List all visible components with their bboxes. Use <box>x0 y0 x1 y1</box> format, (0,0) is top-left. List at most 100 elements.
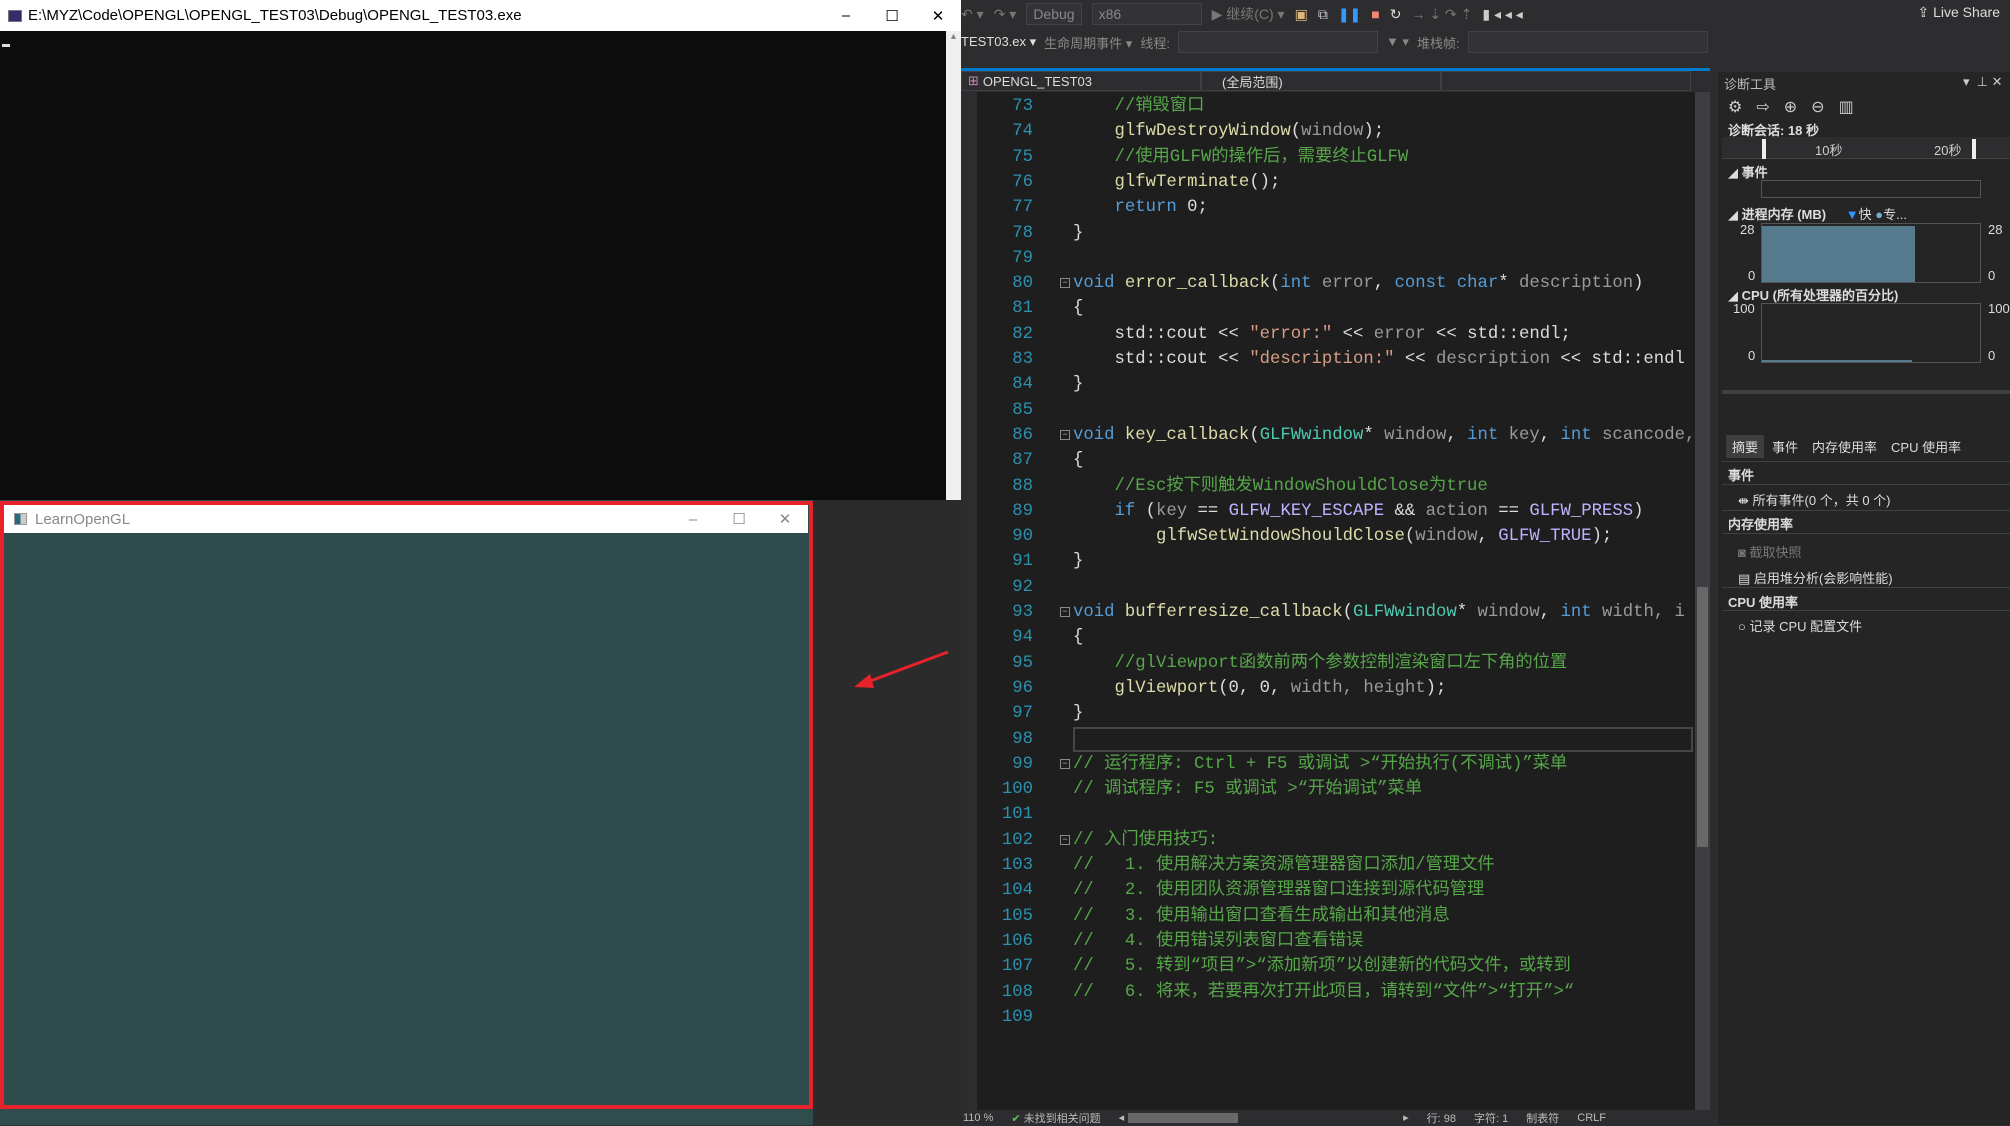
code-text: // 调试程序: F5 或调试 >“开始调试”菜单 <box>1073 777 1422 802</box>
code-line[interactable]: 91} <box>961 549 1695 574</box>
timeline-ruler[interactable]: 10秒 20秒 <box>1722 137 2010 159</box>
redo-icon[interactable]: ↷ ▾ <box>994 6 1017 23</box>
code-text: void bufferresize_callback(GLFWwindow* w… <box>1073 600 1685 625</box>
code-line[interactable]: 93 − void bufferresize_callback(GLFWwindow… <box>961 600 1695 625</box>
continue-button[interactable]: ▶ 继续(C) ▾ <box>1212 4 1285 24</box>
horizontal-scrollbar[interactable]: ◂ ▸ <box>1119 1111 1409 1124</box>
tab-cpu[interactable]: CPU 使用率 <box>1885 435 1967 458</box>
code-line[interactable]: 105 // 3. 使用输出窗口查看生成输出和其他消息 <box>961 904 1695 929</box>
code-line[interactable]: 78} <box>961 221 1695 246</box>
code-token: scancode, <box>1591 425 1695 445</box>
config-dropdown[interactable]: Debug <box>1026 3 1082 25</box>
console-title-bar[interactable]: E:\MYZ\Code\OPENGL\OPENGL_TEST03\Debug\O… <box>0 0 961 31</box>
tab-events[interactable]: 事件 <box>1766 435 1804 458</box>
pause-icon[interactable]: ❚❚ <box>1338 6 1361 23</box>
code-line[interactable]: 74 glfwDestroyWindow(window); <box>961 119 1695 144</box>
code-line[interactable]: 75 //使用GLFW的操作后，需要终止GLFW <box>961 145 1695 170</box>
all-events-link[interactable]: ⇼ 所有事件(0 个，共 0 个) <box>1738 490 1891 509</box>
filter-icon[interactable]: ▼ ▾ <box>1386 34 1409 50</box>
screenshot-icon[interactable]: ⧉ <box>1318 6 1328 23</box>
code-editor[interactable]: 73 //销毁窗口 74 glfwDestroyWindow(window); 75… <box>961 92 1695 1110</box>
collapse-icon[interactable]: − <box>1060 429 1070 440</box>
events-header[interactable]: ◢ 事件 <box>1728 162 1768 181</box>
bookmark-icon[interactable]: ▮ ◂ ◂ ◂ <box>1482 6 1522 23</box>
code-line[interactable]: 96 glViewport(0, 0, width, height); <box>961 676 1695 701</box>
issues-status[interactable]: 未找到相关问题 <box>1024 1113 1101 1125</box>
scroll-thumb[interactable] <box>1697 587 1708 847</box>
line-number: 76 <box>1012 172 1033 192</box>
code-line[interactable]: 77 return 0; <box>961 195 1695 220</box>
step-icons[interactable]: → ⇣ ↷ ⇡ <box>1412 6 1473 23</box>
code-line[interactable]: 82 std::cout << "error:" << error << std… <box>961 322 1695 347</box>
collapse-icon[interactable]: − <box>1060 758 1070 769</box>
code-line[interactable]: 89 if (key == GLFW_KEY_ESCAPE && action … <box>961 499 1695 524</box>
project-dropdown[interactable]: ⊞ OPENGL_TEST03 <box>961 71 1201 91</box>
code-line[interactable]: 87 { <box>961 448 1695 473</box>
code-line[interactable]: 88 //Esc按下则触发WindowShouldClose为true <box>961 474 1695 499</box>
zoom-level[interactable]: 110 % <box>963 1112 993 1124</box>
stack-frame-dropdown[interactable] <box>1467 31 1708 53</box>
platform-dropdown[interactable]: x86 <box>1091 3 1202 25</box>
code-line[interactable]: 92 <box>961 575 1695 600</box>
memory-chart[interactable] <box>1761 223 1981 283</box>
memory-header[interactable]: ◢ 进程内存 (MB) ▼快 ●专... <box>1728 204 1907 223</box>
undo-icon[interactable]: ↶ ▾ <box>961 6 984 23</box>
code-line[interactable]: 76 glfwTerminate(); <box>961 170 1695 195</box>
minimize-button[interactable]: – <box>823 0 869 31</box>
scope-dropdown[interactable]: (全局范围) <box>1201 71 1441 91</box>
code-line[interactable]: 95 //glViewport函数前两个参数控制渲染窗口左下角的位置 <box>961 651 1695 676</box>
code-line[interactable]: 84} <box>961 372 1695 397</box>
line-number: 77 <box>1012 198 1033 218</box>
code-line[interactable]: 99 −// 运行程序: Ctrl + F5 或调试 >“开始执行(不调试)”菜单 <box>961 752 1695 777</box>
folder-icon[interactable]: ▣ <box>1295 6 1308 23</box>
code-line[interactable]: 107 // 5. 转到“项目”>“添加新项”以创建新的代码文件，或转到 <box>961 954 1695 979</box>
thread-dropdown[interactable] <box>1177 31 1378 53</box>
record-cpu-profile-button[interactable]: ○ 记录 CPU 配置文件 <box>1738 616 1862 635</box>
code-line[interactable]: 80 − void error_callback(int error, const … <box>961 271 1695 296</box>
code-line[interactable]: 97} <box>961 701 1695 726</box>
live-share-button[interactable]: ⇪ Live Share <box>1917 4 2000 21</box>
code-line[interactable]: 90 glfwSetWindowShouldClose(window, GLFW… <box>961 524 1695 549</box>
maximize-button[interactable]: ☐ <box>869 0 915 31</box>
code-line[interactable]: 85 <box>961 398 1695 423</box>
code-line[interactable]: 102 −// 入门使用技巧: <box>961 828 1695 853</box>
code-line[interactable]: 108 // 6. 将来，若要再次打开此项目，请转到“文件”>“打开”>“ <box>961 980 1695 1005</box>
heap-profiling-button[interactable]: ▤ 启用堆分析(会影响性能) <box>1738 568 1893 587</box>
console-scrollbar[interactable]: ▲ <box>946 31 961 500</box>
code-line[interactable]: 100 // 调试程序: F5 或调试 >“开始调试”菜单 <box>961 777 1695 802</box>
code-line[interactable]: 83 std::cout << "description:" << descri… <box>961 347 1695 372</box>
code-line[interactable]: 109 <box>961 1005 1695 1030</box>
code-line[interactable]: 79 <box>961 246 1695 271</box>
tab-summary[interactable]: 摘要 <box>1726 435 1765 458</box>
code-line[interactable]: 106 // 4. 使用错误列表窗口查看错误 <box>961 929 1695 954</box>
panel-controls[interactable]: ▾ ⊥ ✕ <box>1963 74 2003 90</box>
collapse-icon[interactable]: − <box>1060 278 1070 289</box>
process-dropdown[interactable]: TEST03.ex ▾ <box>961 34 1036 50</box>
restart-icon[interactable]: ↻ <box>1390 6 1402 23</box>
cpu-chart[interactable] <box>1761 303 1981 363</box>
h-scroll-thumb[interactable] <box>1128 1112 1239 1123</box>
editor-vertical-scrollbar[interactable] <box>1695 92 1710 1110</box>
code-line[interactable]: 103 // 1. 使用解决方案资源管理器窗口添加/管理文件 <box>961 853 1695 878</box>
console-window[interactable]: E:\MYZ\Code\OPENGL\OPENGL_TEST03\Debug\O… <box>0 0 961 500</box>
code-line[interactable]: 104 // 2. 使用团队资源管理器窗口连接到源代码管理 <box>961 878 1695 903</box>
take-snapshot-button[interactable]: ◙ 截取快照 <box>1738 542 1802 561</box>
code-line[interactable]: 86 − void key_callback(GLFWwindow* window,… <box>961 423 1695 448</box>
lifecycle-dropdown[interactable]: 生命周期事件 ▾ <box>1044 33 1132 52</box>
code-line[interactable]: 94 { <box>961 625 1695 650</box>
code-line[interactable]: 101 <box>961 802 1695 827</box>
collapse-icon[interactable]: − <box>1060 607 1070 617</box>
tab-memory[interactable]: 内存使用率 <box>1806 435 1883 458</box>
code-token: ( <box>1404 527 1416 547</box>
code-line[interactable]: 98 <box>961 726 1695 752</box>
collapse-icon[interactable]: − <box>1060 834 1070 845</box>
close-button[interactable]: ✕ <box>915 0 961 31</box>
code-line[interactable]: 73 //销毁窗口 <box>961 94 1695 119</box>
code-token: GLFWwindow <box>1259 425 1364 445</box>
diag-toolbar-icons[interactable]: ⚙⇨⊕⊖▥ <box>1728 97 1868 117</box>
member-dropdown[interactable] <box>1441 71 1691 91</box>
line-number: 90 <box>1012 527 1033 547</box>
code-line[interactable]: 81 { <box>961 296 1695 321</box>
code-text: } <box>1073 221 1083 246</box>
stop-icon[interactable]: ■ <box>1371 6 1379 22</box>
